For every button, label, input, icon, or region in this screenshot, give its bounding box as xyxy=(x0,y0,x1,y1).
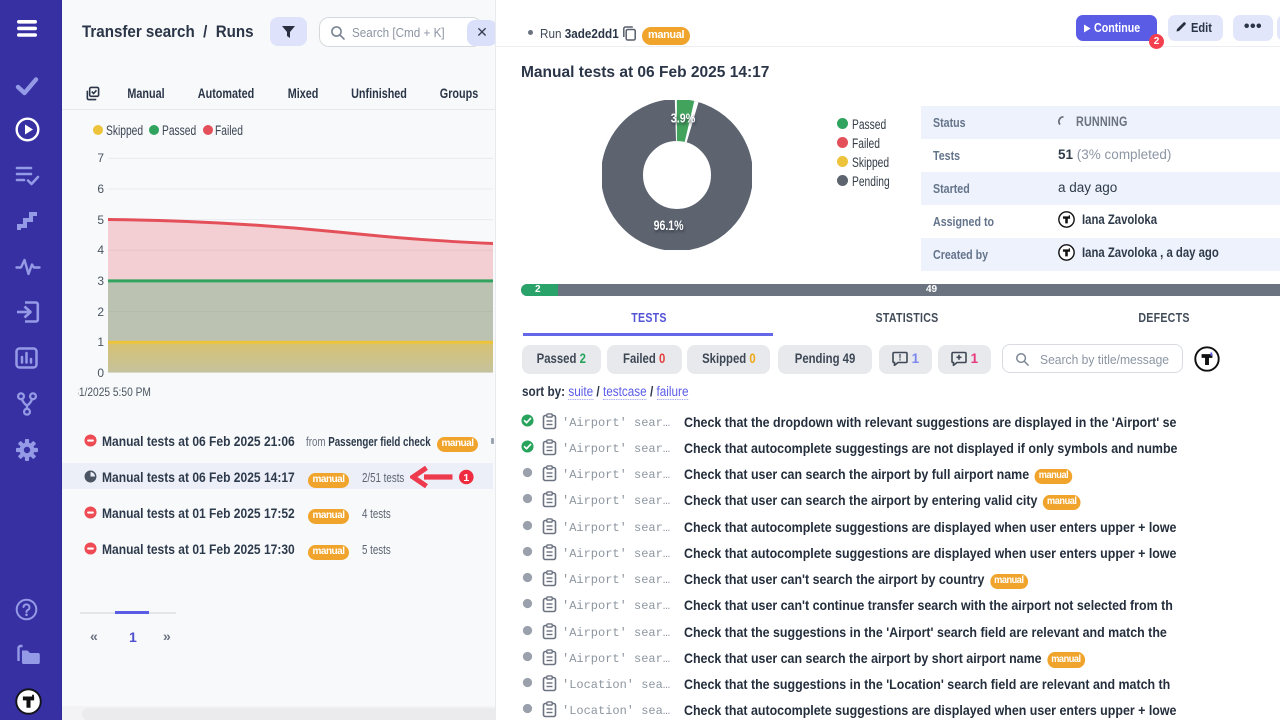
svg-text:3.9%: 3.9% xyxy=(671,110,696,125)
svg-text:96.1%: 96.1% xyxy=(654,218,684,233)
svg-text:1: 1 xyxy=(463,472,469,484)
svg-text:!: ! xyxy=(898,353,901,363)
